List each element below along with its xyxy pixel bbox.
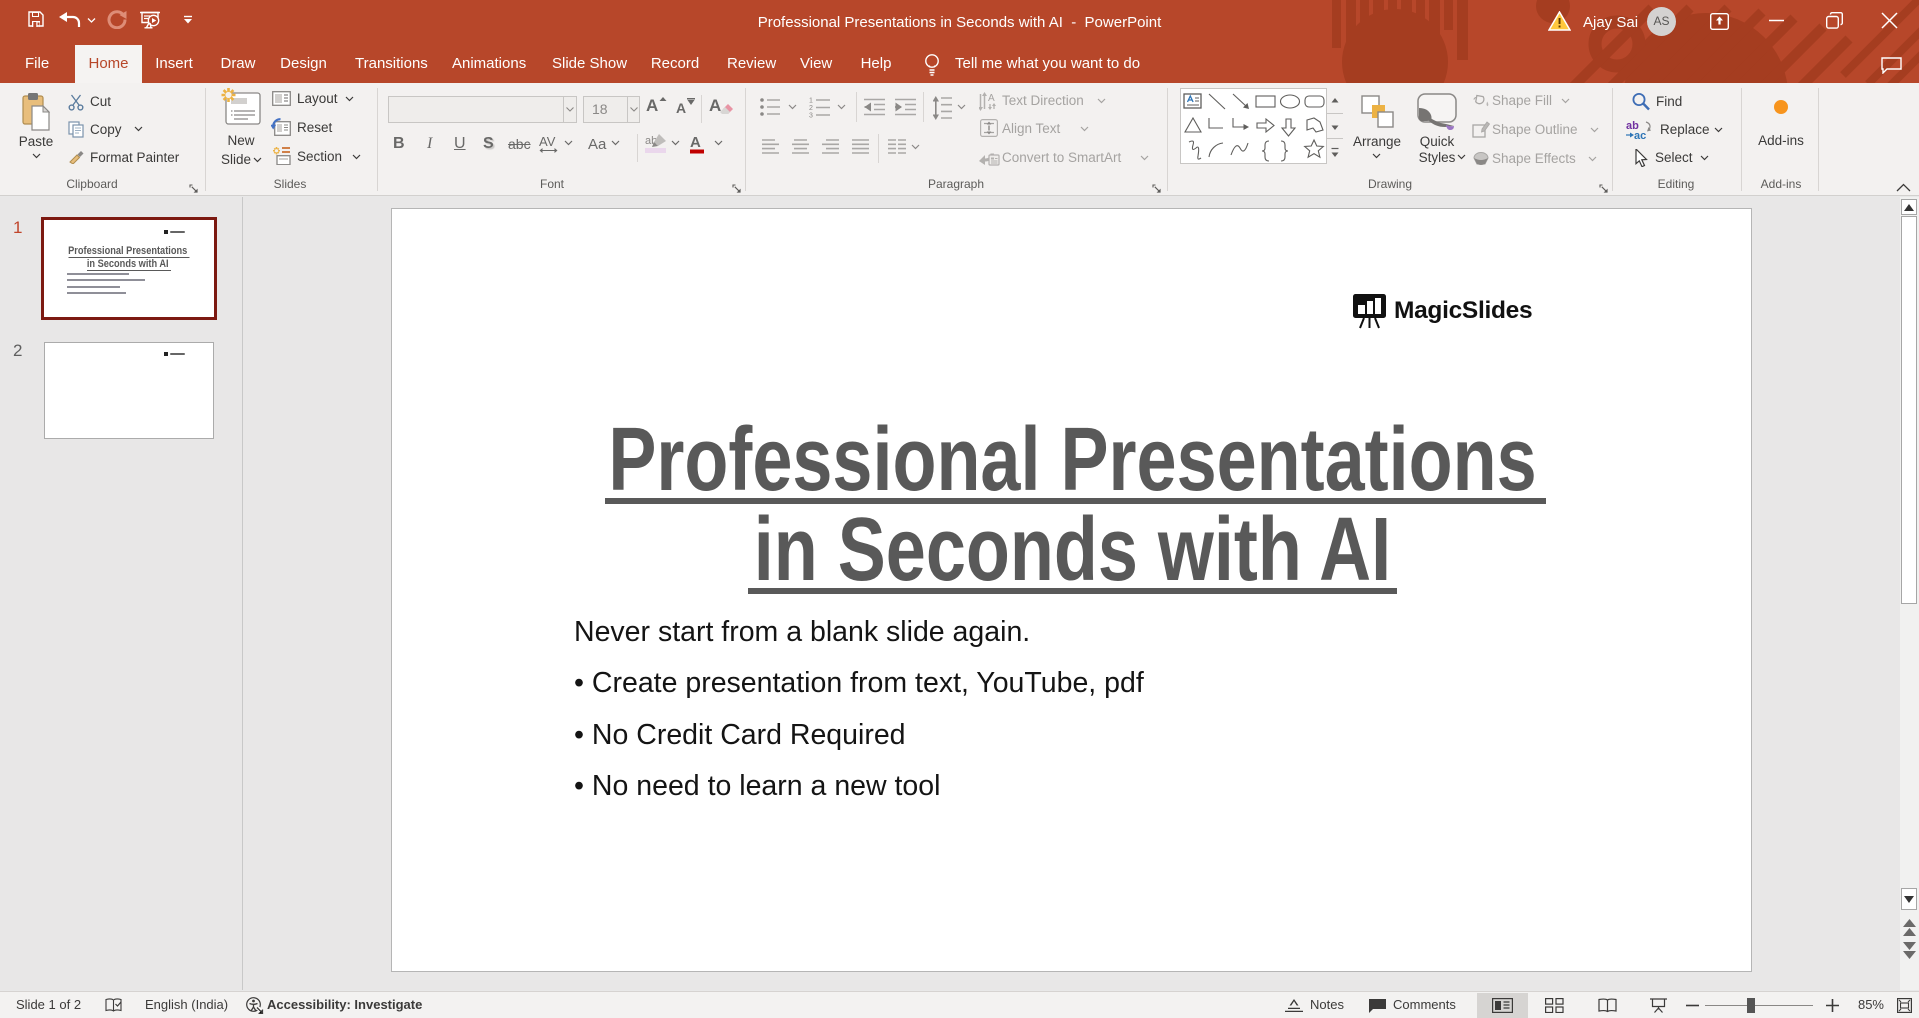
svg-text:AV: AV <box>539 135 556 149</box>
svg-text:1: 1 <box>809 98 813 105</box>
svg-text:A: A <box>690 134 701 151</box>
svg-text:A: A <box>988 93 995 104</box>
svg-text:3: 3 <box>809 113 813 119</box>
svg-text:2: 2 <box>809 105 813 112</box>
svg-text:ac: ac <box>1634 130 1646 140</box>
